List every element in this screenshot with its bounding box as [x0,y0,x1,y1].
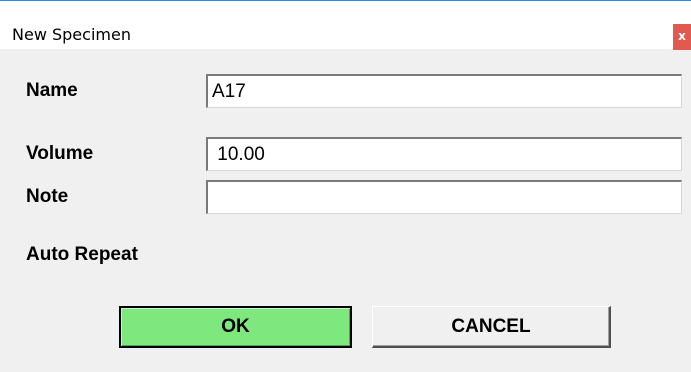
volume-label: Volume [26,143,94,164]
note-label: Note [26,186,69,207]
new-specimen-dialog: New Specimen x Name Volume Note Auto Rep… [0,0,691,372]
ok-button[interactable]: OK [119,306,352,348]
note-input[interactable] [206,180,682,214]
name-input[interactable] [206,74,682,108]
cancel-button-label: CANCEL [451,315,531,337]
cancel-button[interactable]: CANCEL [372,306,611,348]
title-bar[interactable]: New Specimen x [0,0,691,50]
name-label: Name [26,80,78,101]
volume-input[interactable] [206,137,682,171]
close-button[interactable]: x [673,24,691,50]
auto-repeat-label: Auto Repeat [26,244,138,265]
ok-button-label: OK [221,316,250,337]
close-icon: x [678,29,686,43]
window-title: New Specimen [12,25,131,44]
